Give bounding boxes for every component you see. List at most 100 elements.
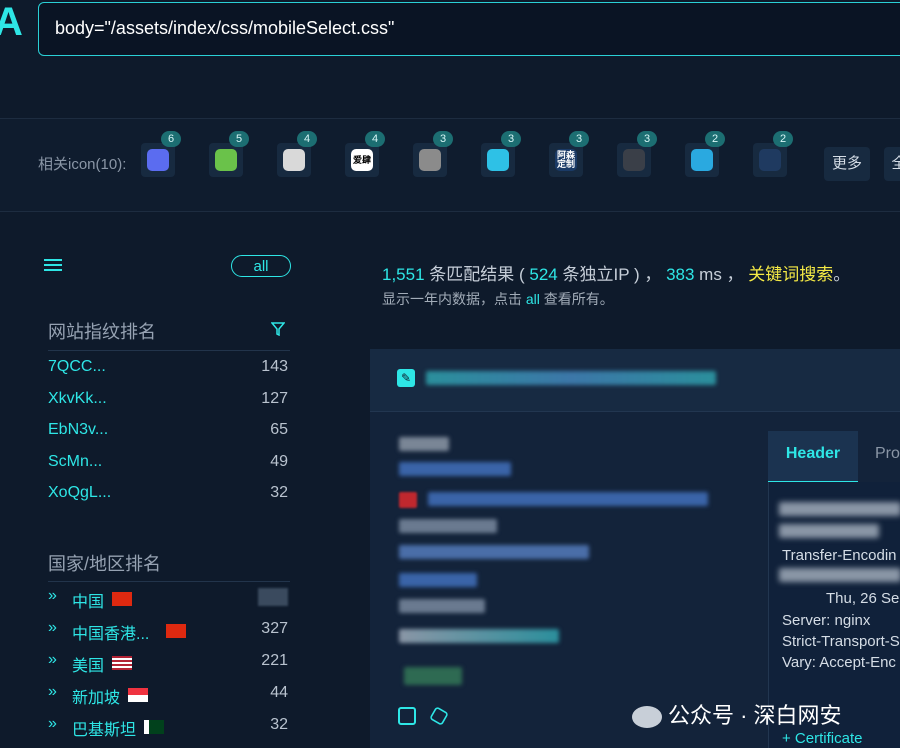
fingerprint-rank-row[interactable]: XkvKk... 127 — [48, 386, 288, 414]
keyword-search-link[interactable]: 关键词搜索 — [748, 265, 833, 284]
subline-text: 查看所有。 — [539, 291, 614, 307]
search-query-text[interactable]: body="/assets/index/css/mobileSelect.css… — [55, 18, 394, 39]
fingerprint-count: 49 — [270, 452, 288, 470]
icon-count-badge: 4 — [365, 131, 385, 147]
wrench-icon: ✎ — [397, 369, 415, 387]
tab-protocol[interactable]: Pro — [875, 445, 900, 463]
summary-text: 条匹配结果 ( — [424, 265, 530, 284]
fingerprint-rank-row[interactable]: EbN3v... 65 — [48, 417, 288, 445]
fingerprint-rank-title: 网站指纹排名 — [48, 322, 156, 342]
header-line: Server: nginx — [782, 612, 871, 629]
blurred-field — [399, 573, 477, 587]
related-icon-bar: 相关icon(10): 6 5 4 爱肆 4 3 3 阿森 定制 3 3 2 2 更多 全 — [0, 119, 900, 212]
photo-thumb-icon[interactable]: 3 — [413, 131, 453, 177]
chevron-right-icon: » — [48, 619, 57, 636]
header-line: Thu, 26 Se — [826, 590, 900, 607]
summary-text: 条独立IP ) ， — [557, 265, 667, 284]
icon-count-badge: 2 — [705, 131, 725, 147]
fingerprint-name[interactable]: XkvKk... — [48, 390, 107, 408]
aiyi-logo-icon[interactable]: 爱肆 4 — [345, 131, 385, 177]
cloud-icon-glyph — [487, 149, 509, 171]
green-stripes-icon[interactable]: 5 — [209, 131, 249, 177]
chevron-right-icon: » — [48, 683, 57, 700]
search-input[interactable]: body="/assets/index/css/mobileSelect.css… — [38, 2, 900, 56]
icon-count-badge: 5 — [229, 131, 249, 147]
country-rank-title: 国家/地区排名 — [48, 554, 162, 574]
fingerprint-name[interactable]: ScMn... — [48, 453, 102, 471]
certificate-link[interactable]: + Certificate — [782, 730, 862, 747]
blurred-title[interactable] — [426, 371, 716, 385]
flag-pk-icon — [144, 720, 164, 734]
macos-app-icon[interactable]: 6 — [141, 131, 181, 177]
cloud-icon[interactable]: 3 — [481, 131, 521, 177]
funnel-icon[interactable] — [271, 322, 285, 336]
blurred-header-line — [779, 524, 879, 538]
filter-settings-icon[interactable] — [44, 257, 62, 273]
country-name[interactable]: 中国香港... — [72, 620, 149, 644]
country-name[interactable]: 巴基斯坦 — [72, 716, 136, 740]
fingerprint-name[interactable]: 7QCC... — [48, 358, 106, 376]
all-toggle-button[interactable]: all — [231, 255, 291, 277]
country-count: 44 — [270, 684, 288, 701]
icon-count-badge: 3 — [501, 131, 521, 147]
code-icon[interactable] — [398, 707, 416, 725]
dark-circle-icon[interactable]: 2 — [753, 131, 793, 177]
green-stripes-icon-glyph — [215, 149, 237, 171]
country-name[interactable]: 美国 — [72, 652, 104, 676]
icon-count-badge: 3 — [433, 131, 453, 147]
blurred-tag — [404, 667, 462, 685]
watermark-text: 公众号 · 深白网安 — [668, 703, 842, 728]
fingerprint-rank-row[interactable]: ScMn... 49 — [48, 449, 288, 477]
blurred-count — [258, 588, 288, 606]
country-rank-row[interactable]: » 美国 221 — [48, 648, 288, 676]
site-logo[interactable]: A — [0, 0, 23, 45]
blurred-field — [399, 599, 485, 613]
aiyi-logo-icon-glyph: 爱肆 — [351, 149, 373, 171]
header-line: Transfer-Encodin — [782, 547, 897, 564]
result-card-header: ✎ — [370, 349, 900, 412]
country-rank-row[interactable]: » 中国香港... 327 — [48, 616, 288, 644]
fingerprint-name[interactable]: XoQgL... — [48, 484, 111, 502]
more-icons-button[interactable]: 更多 — [824, 147, 870, 181]
country-name[interactable]: 中国 — [72, 588, 104, 612]
country-rank-row[interactable]: » 新加坡 44 — [48, 680, 288, 708]
result-summary: 1,551 条匹配结果 ( 524 条独立IP ) ， 383 ms ， 关键词… — [382, 260, 850, 285]
blurred-field — [399, 519, 497, 533]
country-rank-row[interactable]: » 中国 — [48, 584, 288, 612]
blurred-field — [399, 545, 589, 559]
summary-text: ms ， — [694, 265, 749, 284]
flag-sg-icon — [128, 688, 148, 702]
cat-logo-icon[interactable]: 4 — [277, 131, 317, 177]
asen-custom-icon-glyph: 阿森 定制 — [555, 149, 577, 171]
fingerprint-rank-row[interactable]: 7QCC... 143 — [48, 354, 288, 382]
chevron-right-icon: » — [48, 587, 57, 604]
edge-e-icon[interactable]: 2 — [685, 131, 725, 177]
cube-icon[interactable] — [429, 706, 449, 726]
photo-thumb-icon-glyph — [419, 149, 441, 171]
apple-icon-glyph — [623, 149, 645, 171]
tab-header[interactable]: Header — [768, 431, 858, 483]
country-rank-row[interactable]: » 巴基斯坦 32 — [48, 712, 288, 740]
wechat-watermark: 公众号 · 深白网安 — [632, 698, 842, 730]
asen-custom-icon[interactable]: 阿森 定制 3 — [549, 131, 589, 177]
top-bar: A body="/assets/index/css/mobileSelect.c… — [0, 0, 900, 119]
all-icons-button[interactable]: 全 — [884, 147, 900, 181]
section-divider — [48, 581, 290, 582]
apple-icon[interactable]: 3 — [617, 131, 657, 177]
summary-text: 。 — [833, 265, 851, 284]
flag-us-icon — [112, 656, 132, 670]
blurred-field — [399, 629, 559, 643]
header-line: Vary: Accept-Enc — [782, 654, 896, 671]
total-count: 1,551 — [382, 265, 425, 284]
country-name[interactable]: 新加坡 — [72, 684, 120, 708]
unique-ip-count: 524 — [529, 265, 558, 284]
query-time: 383 — [666, 265, 695, 284]
fingerprint-name[interactable]: EbN3v... — [48, 421, 108, 439]
fingerprint-rank-row[interactable]: XoQgL... 32 — [48, 480, 288, 508]
icon-count-badge: 2 — [773, 131, 793, 147]
fingerprint-count: 32 — [270, 484, 288, 501]
country-count: 32 — [270, 716, 288, 733]
subline-text: 显示一年内数据，点击 — [382, 291, 526, 307]
show-all-link[interactable]: all — [526, 291, 540, 307]
blurred-field — [399, 437, 449, 451]
